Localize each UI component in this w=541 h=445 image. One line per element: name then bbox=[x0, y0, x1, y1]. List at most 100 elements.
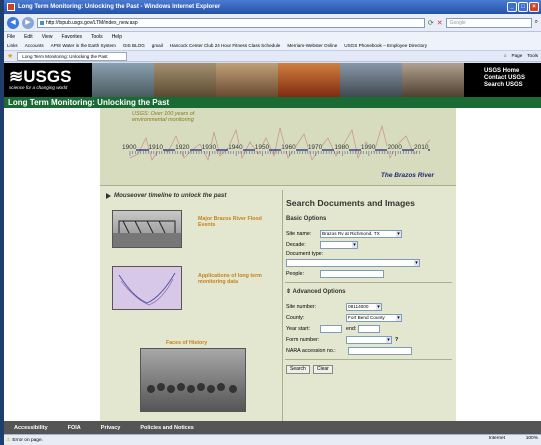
form-number-select[interactable] bbox=[346, 335, 392, 344]
maximize-button[interactable]: □ bbox=[518, 2, 528, 12]
tools-menu[interactable]: Tools bbox=[527, 53, 538, 58]
menu-tools[interactable]: Tools bbox=[91, 34, 103, 40]
link-hancock[interactable]: Hancock Center Club 24 Hour Fitness Clas… bbox=[170, 43, 281, 48]
warning-icon[interactable]: ⚠ bbox=[6, 438, 10, 443]
ie-icon bbox=[7, 3, 15, 11]
stop-icon[interactable]: ✕ bbox=[437, 19, 443, 27]
faces-of-history-label[interactable]: Faces of History bbox=[166, 340, 207, 346]
divider bbox=[285, 359, 452, 360]
document-type-select[interactable] bbox=[286, 258, 420, 267]
clear-button[interactable]: Clear bbox=[312, 365, 333, 374]
home-icon[interactable]: ⌂ bbox=[504, 53, 507, 58]
title-bar: Long Term Monitoring: Unlocking the Past… bbox=[4, 0, 541, 14]
links-label: Links bbox=[7, 43, 18, 48]
help-icon[interactable]: ? bbox=[395, 337, 398, 343]
flood-events-link[interactable]: Major Brazos River Flood Events bbox=[198, 216, 270, 228]
link-search-usgs[interactable]: Search USGS bbox=[484, 82, 525, 89]
timeline-year-label[interactable]: 1990 bbox=[360, 144, 376, 151]
timeline-year-label[interactable]: 1960 bbox=[281, 144, 296, 151]
page-menu[interactable]: Page bbox=[512, 53, 523, 58]
footer-policies[interactable]: Policies and Notices bbox=[140, 425, 194, 431]
site-number-label: Site number: bbox=[286, 303, 317, 310]
menu-file[interactable]: File bbox=[7, 34, 15, 40]
timeline-year-label[interactable]: 2010 bbox=[414, 144, 429, 151]
nara-input[interactable] bbox=[348, 346, 412, 355]
address-bar[interactable]: http://txpub.usgs.gov/LTM/index_new.asp bbox=[37, 17, 425, 28]
main-panel: USGS: Over 100 years of environmental mo… bbox=[100, 108, 456, 421]
search-title: Search Documents and Images bbox=[286, 198, 415, 208]
zoom-level[interactable]: 100% bbox=[526, 436, 538, 441]
divider bbox=[285, 282, 452, 283]
county-select[interactable]: Fort Bend County bbox=[346, 313, 402, 322]
close-button[interactable]: × bbox=[529, 2, 539, 12]
faces-photo[interactable] bbox=[140, 348, 246, 412]
advanced-options-heading[interactable]: ⇕ Advanced Options bbox=[283, 288, 454, 295]
site-footer: Accessibility FOIA Privacy Policies and … bbox=[4, 421, 541, 434]
search-button[interactable]: Search bbox=[286, 365, 310, 374]
page-title: Long Term Monitoring: Unlocking the Past bbox=[4, 97, 541, 108]
refresh-icon[interactable]: ⟳ bbox=[428, 19, 434, 27]
menu-view[interactable]: View bbox=[42, 34, 53, 40]
link-phonebook[interactable]: USGS Phonebook – Employee Directory bbox=[344, 43, 427, 48]
link-gis-blog[interactable]: GIS BLOG bbox=[123, 43, 145, 48]
link-gmail[interactable]: gmail bbox=[152, 43, 163, 48]
link-accounts[interactable]: Accounts bbox=[25, 43, 44, 48]
timeline-year-label[interactable]: 1910 bbox=[148, 144, 163, 151]
timeline-year-label[interactable]: 1970 bbox=[307, 144, 323, 151]
footer-accessibility[interactable]: Accessibility bbox=[14, 425, 48, 431]
search-input[interactable]: Google bbox=[445, 17, 532, 28]
menu-help[interactable]: Help bbox=[112, 34, 122, 40]
timeline-year-label[interactable]: 1900 bbox=[122, 144, 137, 151]
menu-favorites[interactable]: Favorites bbox=[61, 34, 82, 40]
status-bar: ⚠ Error on page. Internet 100% bbox=[4, 434, 541, 445]
footer-privacy[interactable]: Privacy bbox=[101, 425, 121, 431]
timeline-year-label[interactable]: 1950 bbox=[254, 144, 270, 151]
site-number-select[interactable]: 08114000 bbox=[346, 302, 382, 311]
search-panel: Search Documents and Images Basic Option… bbox=[282, 190, 454, 421]
timeline-year-label[interactable]: 1980 bbox=[334, 144, 349, 151]
people-label: People: bbox=[286, 270, 304, 277]
status-text[interactable]: Error on page. bbox=[12, 438, 43, 443]
banner-photos bbox=[92, 63, 464, 97]
form-number-label: Form number: bbox=[286, 336, 320, 343]
applications-thumbnail[interactable] bbox=[112, 266, 182, 310]
search-icon[interactable]: ⌕ bbox=[535, 19, 538, 26]
site-name-label: Site name: bbox=[286, 230, 312, 237]
footer-foia[interactable]: FOIA bbox=[68, 425, 81, 431]
timeline[interactable]: USGS: Over 100 years of environmental mo… bbox=[100, 108, 456, 186]
links-bar: Links Accounts APIS Water in the Earth S… bbox=[4, 41, 541, 51]
basic-options-heading: Basic Options bbox=[286, 216, 327, 222]
security-zone: Internet bbox=[488, 436, 505, 441]
window-title: Long Term Monitoring: Unlocking the Past… bbox=[18, 4, 221, 10]
page-content: ≋USGS science for a changing world USGS … bbox=[4, 63, 541, 434]
decade-select[interactable] bbox=[320, 240, 358, 249]
navigation-bar: ◀ ▶ http://txpub.usgs.gov/LTM/index_new.… bbox=[4, 14, 541, 32]
back-button[interactable]: ◀ bbox=[7, 16, 19, 29]
tab-ltm[interactable]: Long Term Monitoring: Unlocking the Past bbox=[17, 51, 128, 61]
year-start-label: Year start: bbox=[286, 325, 310, 332]
link-merriam[interactable]: Merriam-Webster Online bbox=[287, 43, 337, 48]
timeline-year-label[interactable]: 2000 bbox=[387, 144, 402, 151]
flood-thumbnail[interactable] bbox=[112, 210, 182, 248]
usgs-logo[interactable]: ≋USGS science for a changing world bbox=[9, 67, 71, 90]
timeline-year-label[interactable]: 1920 bbox=[175, 144, 190, 151]
decade-label: Decade: bbox=[286, 241, 306, 248]
timeline-year-label[interactable]: 1930 bbox=[201, 144, 217, 151]
river-label: The Brazos River bbox=[380, 172, 434, 179]
applications-link[interactable]: Applications of long term monitoring dat… bbox=[198, 273, 272, 285]
minimize-button[interactable]: _ bbox=[507, 2, 517, 12]
menu-edit[interactable]: Edit bbox=[24, 34, 33, 40]
year-end-label: end: bbox=[346, 325, 357, 332]
link-apis[interactable]: APIS Water in the Earth System bbox=[51, 43, 116, 48]
year-end-input[interactable] bbox=[358, 324, 381, 333]
timeline-year-label[interactable]: 1940 bbox=[228, 144, 243, 151]
link-usgs-home[interactable]: USGS Home bbox=[484, 68, 525, 75]
favorites-star-icon[interactable]: ★ bbox=[7, 52, 13, 60]
browser-window: Long Term Monitoring: Unlocking the Past… bbox=[4, 0, 541, 445]
usgs-banner: ≋USGS science for a changing world USGS … bbox=[4, 63, 541, 97]
forward-button[interactable]: ▶ bbox=[22, 16, 34, 29]
people-input[interactable] bbox=[320, 269, 384, 278]
link-contact-usgs[interactable]: Contact USGS bbox=[484, 75, 525, 82]
year-start-input[interactable] bbox=[320, 324, 342, 333]
site-name-select[interactable]: Brazos Rv at Richmond, TX bbox=[320, 229, 402, 238]
